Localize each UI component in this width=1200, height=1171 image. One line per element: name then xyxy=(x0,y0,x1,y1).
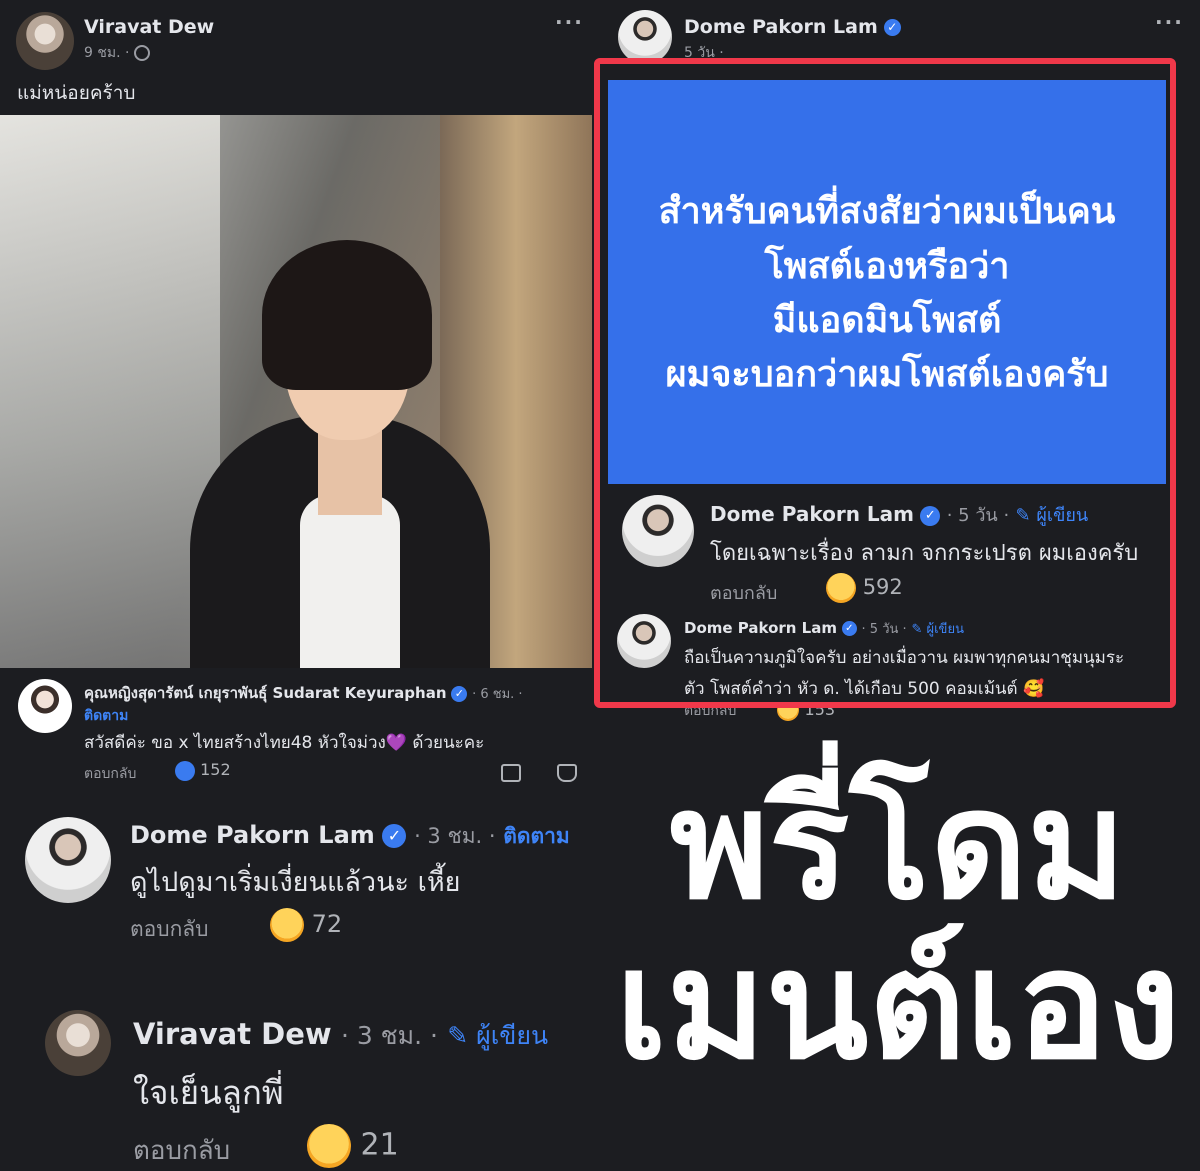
headline-line-2: เมนต์เอง xyxy=(615,921,1181,1089)
photo-hair xyxy=(262,240,432,390)
comment-header: คุณหญิงสุดารัตน์ เกยุราพันธุ์ Sudarat Ke… xyxy=(84,681,523,705)
avatar[interactable] xyxy=(18,679,72,733)
avatar[interactable] xyxy=(45,1010,111,1076)
comment-meta: · 3 ชม. · xyxy=(414,824,496,848)
verified-icon: ✓ xyxy=(883,19,901,36)
dislike-thumb-icon[interactable] xyxy=(557,764,577,782)
reaction-summary[interactable]: 21 xyxy=(307,1124,399,1168)
comment-text: ใจเย็นลูกพี่ xyxy=(133,1073,284,1112)
headline-line-1: พรี่โดม xyxy=(669,761,1127,929)
comment-header: Dome Pakorn Lam ✓ · 3 ชม. · ติดตาม xyxy=(130,820,570,853)
pencil-icon: ✎ xyxy=(447,1021,469,1050)
haha-emoji-icon xyxy=(777,708,800,721)
comment-meta: · 3 ชม. · xyxy=(340,1021,438,1050)
verified-icon: ✓ xyxy=(451,685,468,702)
reaction-count: 152 xyxy=(200,760,231,779)
partially-hidden-footer: ตอบกลับ 153 xyxy=(684,708,1176,722)
reaction-count: 72 xyxy=(311,910,343,938)
reply-button[interactable]: ตอบกลับ xyxy=(133,1130,230,1171)
reaction-count: 21 xyxy=(360,1127,399,1163)
post-caption: แม่หน่อยคร้าบ xyxy=(17,82,136,104)
comment-text: ดูไปดูมาเริ่มเงี่ยนแล้วนะ เหี้ย xyxy=(130,867,461,898)
reply-button[interactable]: ตอบกลับ xyxy=(684,708,736,719)
comment-text: สวัสดีค่ะ ขอ x ไทยสร้างไทย48 หัวใจม่วง💜 … xyxy=(84,733,485,753)
author-badge: ✎ ผู้เขียน xyxy=(447,1021,548,1050)
reaction-count: 153 xyxy=(804,708,836,719)
photo-background xyxy=(0,115,220,668)
like-icon xyxy=(175,760,195,781)
post-header: Dome Pakorn Lam ✓ xyxy=(684,16,901,38)
comment-meta: · 6 ชม. · xyxy=(472,687,523,702)
follow-link[interactable]: ติดตาม xyxy=(84,705,128,727)
more-options-icon[interactable]: ··· xyxy=(1155,10,1184,34)
comment-author[interactable]: คุณหญิงสุดารัตน์ เกยุราพันธุ์ Sudarat Ke… xyxy=(84,684,447,702)
avatar[interactable] xyxy=(25,817,111,903)
verified-icon: ✓ xyxy=(382,824,407,848)
comment-author[interactable]: Viravat Dew xyxy=(133,1017,332,1051)
post-author[interactable]: Dome Pakorn Lam xyxy=(684,16,878,38)
author-badge-label: ผู้เขียน xyxy=(476,1021,549,1050)
reply-button[interactable]: ตอบกลับ xyxy=(84,763,136,785)
avatar[interactable] xyxy=(618,10,672,64)
follow-link[interactable]: ติดตาม xyxy=(503,824,570,848)
reaction-summary[interactable]: 72 xyxy=(270,908,342,942)
comment-author[interactable]: Dome Pakorn Lam xyxy=(130,821,375,849)
haha-emoji-icon xyxy=(270,908,304,942)
highlight-box xyxy=(594,58,1176,708)
post-photo[interactable] xyxy=(0,115,592,668)
comment-header: Viravat Dew · 3 ชม. · ✎ ผู้เขียน xyxy=(133,1016,548,1056)
haha-emoji-icon xyxy=(307,1124,351,1168)
avatar[interactable] xyxy=(16,12,74,70)
post-time-text: 9 ชม. · xyxy=(84,45,134,61)
reaction-summary[interactable]: 153 xyxy=(777,708,836,721)
globe-icon xyxy=(133,45,150,61)
more-options-icon[interactable]: ··· xyxy=(555,10,584,34)
reaction-summary[interactable]: 152 xyxy=(175,760,231,781)
photo-shirt xyxy=(300,495,400,668)
like-thumb-icon[interactable] xyxy=(501,764,521,782)
reply-button[interactable]: ตอบกลับ xyxy=(130,913,209,946)
post-author[interactable]: Viravat Dew xyxy=(84,16,214,38)
post-time: 9 ชม. · xyxy=(84,42,150,64)
